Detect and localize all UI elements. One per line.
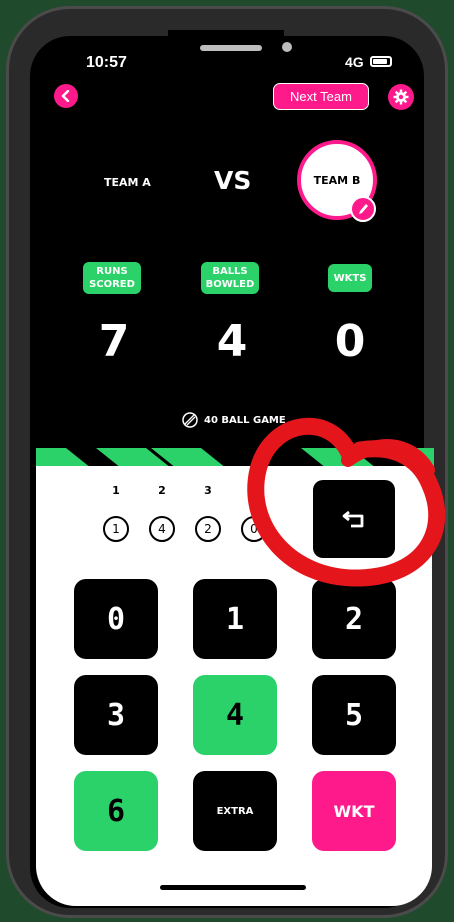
ball-number: 2 xyxy=(158,484,166,497)
cricket-ball-icon xyxy=(182,412,198,428)
wickets-label: WKTS xyxy=(328,264,372,292)
team-b-label: TEAM B xyxy=(313,173,361,187)
gear-icon xyxy=(393,89,409,105)
chevron-left-icon xyxy=(61,90,70,102)
ball-result[interactable]: 2 xyxy=(195,516,221,542)
balls-bowled-label: BALLS BOWLED xyxy=(201,262,259,294)
key-0[interactable]: 0 xyxy=(74,579,158,659)
network-indicator: 4G xyxy=(345,54,364,70)
ball-number: 1 xyxy=(112,484,120,497)
key-5[interactable]: 5 xyxy=(312,675,396,755)
game-type-indicator: 40 BALL GAME xyxy=(182,412,286,428)
key-4[interactable]: 4 xyxy=(193,675,277,755)
balls-label-line1: BALLS xyxy=(212,266,248,277)
edit-team-button[interactable] xyxy=(350,196,376,222)
key-1[interactable]: 1 xyxy=(193,579,277,659)
undo-button[interactable] xyxy=(313,480,395,558)
settings-button[interactable] xyxy=(388,84,414,110)
wkts-label-text: WKTS xyxy=(333,272,367,284)
balls-label-line2: BOWLED xyxy=(205,279,255,290)
key-3[interactable]: 3 xyxy=(74,675,158,755)
wickets-value: 0 xyxy=(334,316,366,367)
runs-value: 7 xyxy=(98,316,130,367)
undo-icon xyxy=(342,510,364,528)
speaker-grille xyxy=(200,45,262,51)
extra-button[interactable]: EXTRA xyxy=(193,771,277,851)
ball-result[interactable]: 1 xyxy=(103,516,129,542)
wicket-button[interactable]: WKT xyxy=(312,771,396,851)
device-notch xyxy=(168,30,284,58)
back-button[interactable] xyxy=(54,84,78,108)
battery-icon xyxy=(370,56,392,67)
status-time: 10:57 xyxy=(86,54,127,71)
ball-number: 3 xyxy=(204,484,212,497)
next-team-button[interactable]: Next Team xyxy=(273,83,369,110)
game-type-label: 40 BALL GAME xyxy=(204,414,286,426)
vs-label: VS xyxy=(214,166,252,195)
key-2[interactable]: 2 xyxy=(312,579,396,659)
balls-value: 4 xyxy=(216,316,248,367)
runs-label-line1: RUNS xyxy=(96,266,128,277)
home-indicator xyxy=(160,885,306,890)
front-camera xyxy=(282,42,292,52)
team-a-label: TEAM A xyxy=(104,176,151,189)
runs-label-line2: SCORED xyxy=(89,279,135,290)
ball-result[interactable]: 4 xyxy=(149,516,175,542)
ball-result[interactable]: 0 xyxy=(241,516,267,542)
key-6[interactable]: 6 xyxy=(74,771,158,851)
runs-scored-label: RUNS SCORED xyxy=(83,262,141,294)
cricket-bat-icon xyxy=(359,204,368,214)
